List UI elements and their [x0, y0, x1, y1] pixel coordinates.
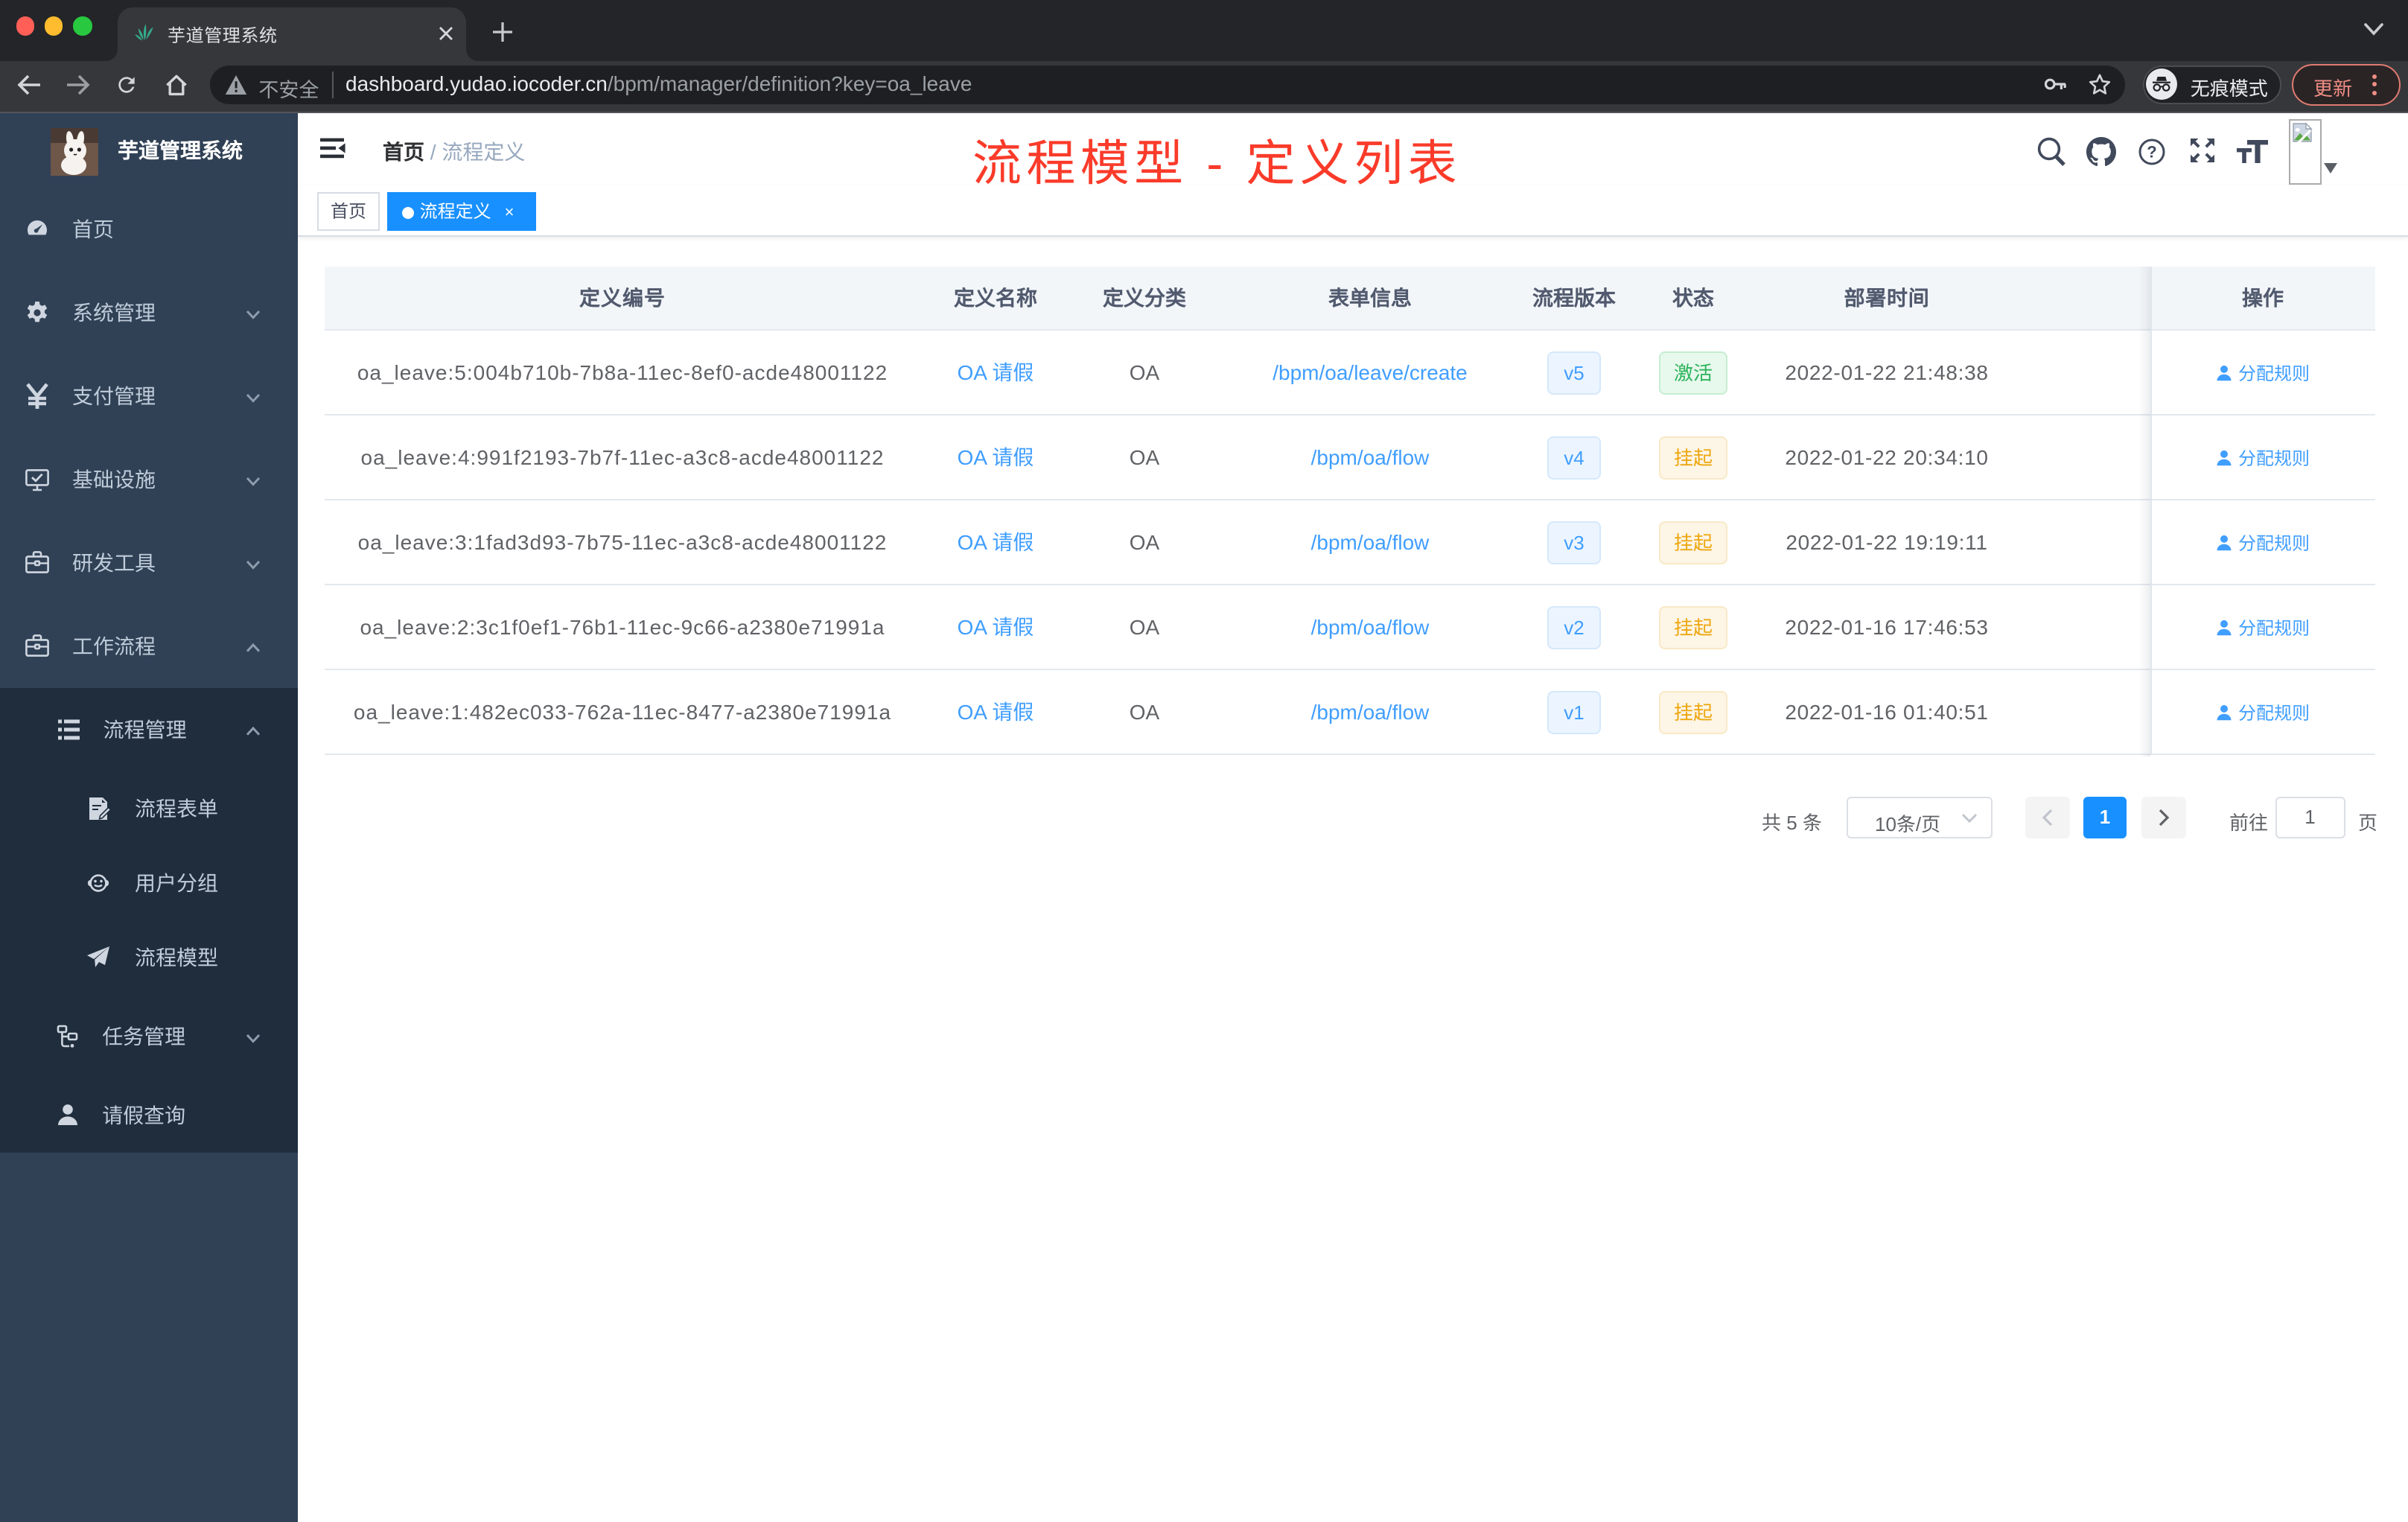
svg-text:?: ?	[2147, 142, 2156, 161]
